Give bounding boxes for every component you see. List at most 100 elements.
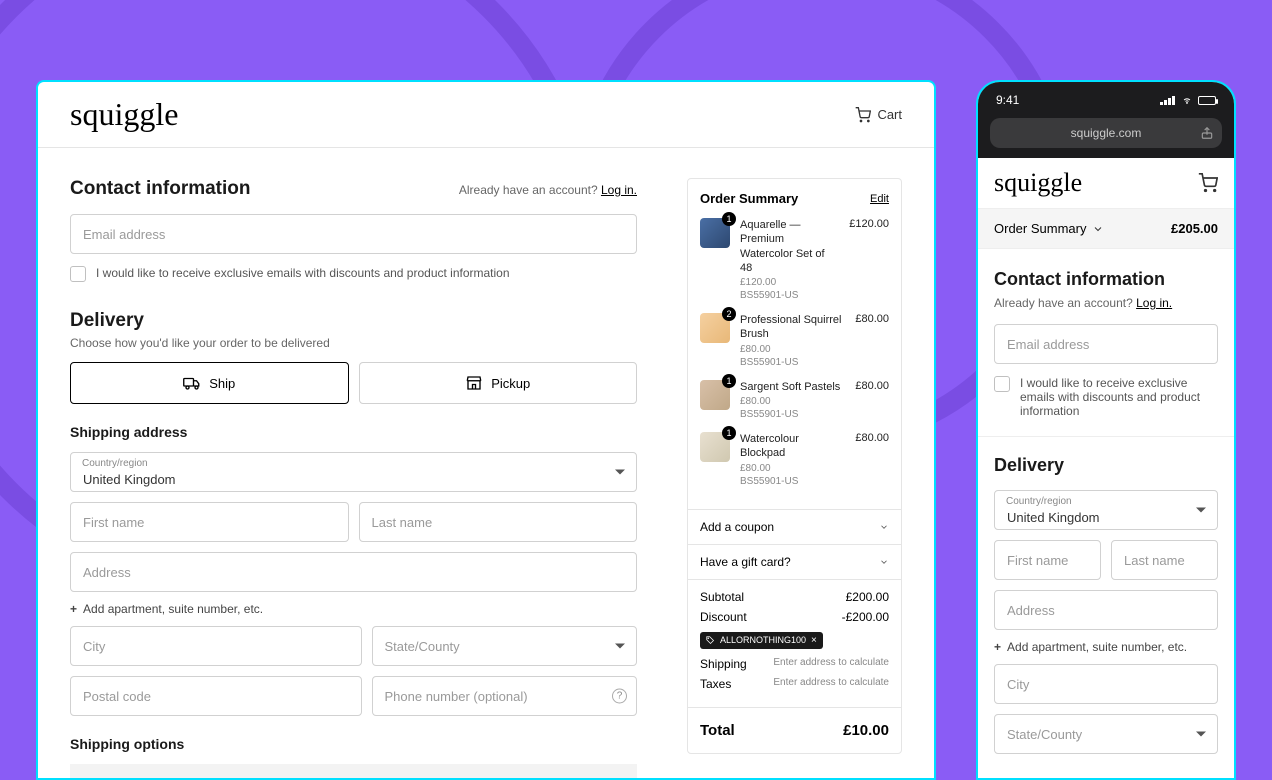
desktop-header: squiggle Cart <box>38 82 934 148</box>
total-label: Total <box>700 722 735 739</box>
postal-field[interactable] <box>70 676 362 716</box>
taxes-value: Enter address to calculate <box>773 677 889 691</box>
item-sku: BS55901-US <box>740 409 845 420</box>
summary-edit-link[interactable]: Edit <box>870 193 889 205</box>
email-field[interactable] <box>994 324 1218 364</box>
summary-item: 2 Professional Squirrel Brush £80.00 BS5… <box>700 313 889 368</box>
summary-item: 1 Aquarelle — Premium Watercolor Set of … <box>700 218 889 301</box>
add-apartment-link[interactable]: Add apartment, suite number, etc. <box>994 640 1218 654</box>
state-select[interactable] <box>372 626 638 666</box>
add-apartment-link[interactable]: Add apartment, suite number, etc. <box>70 602 637 616</box>
shipping-options-empty: Add a shipping address to view shipping … <box>70 764 637 780</box>
cart-link[interactable]: Cart <box>855 107 902 123</box>
state-select[interactable] <box>994 714 1218 754</box>
summary-bar[interactable]: Order Summary £205.00 <box>978 208 1234 249</box>
qty-badge: 2 <box>722 307 736 321</box>
delivery-title: Delivery <box>70 310 637 332</box>
summary-bar-total: £205.00 <box>1171 221 1218 236</box>
truck-icon <box>183 374 201 392</box>
email-field[interactable] <box>70 214 637 254</box>
product-thumb: 1 <box>700 380 730 410</box>
subtotal-label: Subtotal <box>700 590 744 604</box>
item-sku: BS55901-US <box>740 476 845 487</box>
first-name-field[interactable] <box>70 502 349 542</box>
qty-badge: 1 <box>722 212 736 226</box>
login-link[interactable]: Log in. <box>1136 296 1172 310</box>
last-name-field[interactable] <box>1111 540 1218 580</box>
country-label: Country/region <box>82 458 148 469</box>
url-bar: squiggle.com <box>978 118 1234 158</box>
mobile-checkout: 9:41 squiggle.com squiggle Order Summary… <box>976 80 1236 780</box>
cart-icon <box>855 107 871 123</box>
share-icon[interactable] <box>1200 126 1214 140</box>
total-value: £10.00 <box>843 722 889 739</box>
discount-label: Discount <box>700 610 747 624</box>
chevron-down-icon <box>879 522 889 532</box>
product-thumb: 2 <box>700 313 730 343</box>
add-coupon-toggle[interactable]: Add a coupon <box>688 509 901 544</box>
item-unit-price: £80.00 <box>740 344 845 355</box>
item-name: Sargent Soft Pastels <box>740 380 845 394</box>
login-hint: Already have an account? Log in. <box>994 296 1218 310</box>
city-field[interactable] <box>994 664 1218 704</box>
city-field[interactable] <box>70 626 362 666</box>
login-link[interactable]: Log in. <box>601 183 637 197</box>
item-name: Professional Squirrel Brush <box>740 313 845 342</box>
gift-card-toggle[interactable]: Have a gift card? <box>688 544 901 579</box>
chevron-down-icon <box>1092 223 1104 235</box>
login-hint: Already have an account? Log in. <box>459 183 637 197</box>
newsletter-checkbox[interactable] <box>70 266 86 282</box>
chevron-down-icon <box>879 557 889 567</box>
first-name-field[interactable] <box>994 540 1101 580</box>
item-total: £80.00 <box>855 432 889 487</box>
checkout-form: Contact information Already have an acco… <box>70 178 637 754</box>
status-bar: 9:41 <box>978 82 1234 118</box>
phone-field[interactable] <box>372 676 638 716</box>
taxes-label: Taxes <box>700 677 731 691</box>
item-unit-price: £80.00 <box>740 396 845 407</box>
subtotal-value: £200.00 <box>846 590 889 604</box>
shipping-value: Enter address to calculate <box>773 657 889 671</box>
ship-toggle[interactable]: Ship <box>70 362 349 404</box>
cart-icon[interactable] <box>1198 173 1218 193</box>
store-icon <box>465 374 483 392</box>
contact-title: Contact information <box>994 269 1218 290</box>
item-name: Watercolour Blockpad <box>740 432 845 461</box>
item-sku: BS55901-US <box>740 357 845 368</box>
url-field[interactable]: squiggle.com <box>990 118 1222 148</box>
tag-icon <box>706 636 715 645</box>
product-thumb: 1 <box>700 218 730 248</box>
newsletter-label: I would like to receive exclusive emails… <box>1020 376 1218 418</box>
item-sku: BS55901-US <box>740 290 839 301</box>
item-name: Aquarelle — Premium Watercolor Set of 48 <box>740 218 839 275</box>
item-unit-price: £80.00 <box>740 463 845 474</box>
shipping-label: Shipping <box>700 657 747 671</box>
shipping-address-title: Shipping address <box>70 424 637 440</box>
item-total: £80.00 <box>855 380 889 420</box>
contact-title: Contact information <box>70 178 251 200</box>
item-unit-price: £120.00 <box>740 277 839 288</box>
newsletter-label: I would like to receive exclusive emails… <box>96 266 510 280</box>
signal-icon <box>1160 95 1176 105</box>
item-total: £80.00 <box>855 313 889 368</box>
address-field[interactable] <box>994 590 1218 630</box>
address-field[interactable] <box>70 552 637 592</box>
delivery-subtitle: Choose how you'd like your order to be d… <box>70 336 637 350</box>
brand-logo: squiggle <box>70 96 178 133</box>
pickup-toggle[interactable]: Pickup <box>359 362 638 404</box>
country-select[interactable] <box>70 452 637 492</box>
coupon-remove[interactable]: × <box>811 635 817 646</box>
order-summary: Order Summary Edit 1 Aquarelle — Premium… <box>687 178 902 754</box>
newsletter-checkbox[interactable] <box>994 376 1010 392</box>
brand-logo: squiggle <box>994 168 1082 198</box>
summary-item: 1 Watercolour Blockpad £80.00 BS55901-US… <box>700 432 889 487</box>
help-icon[interactable]: ? <box>612 689 627 704</box>
qty-badge: 1 <box>722 374 736 388</box>
last-name-field[interactable] <box>359 502 638 542</box>
battery-icon <box>1198 96 1216 105</box>
summary-title: Order Summary <box>700 191 798 206</box>
discount-value: -£200.00 <box>842 610 889 624</box>
status-time: 9:41 <box>996 93 1019 107</box>
wifi-icon <box>1180 95 1194 105</box>
qty-badge: 1 <box>722 426 736 440</box>
